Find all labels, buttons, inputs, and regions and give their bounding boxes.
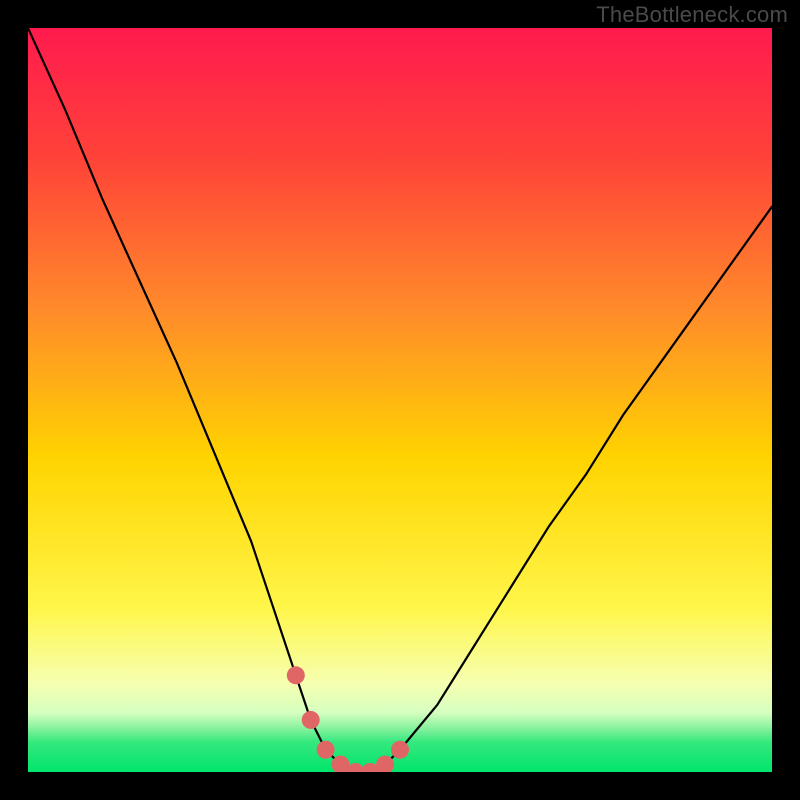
chart-frame: TheBottleneck.com (0, 0, 800, 800)
gradient-background (28, 28, 772, 772)
plot-area (28, 28, 772, 772)
watermark-text: TheBottleneck.com (596, 2, 788, 28)
